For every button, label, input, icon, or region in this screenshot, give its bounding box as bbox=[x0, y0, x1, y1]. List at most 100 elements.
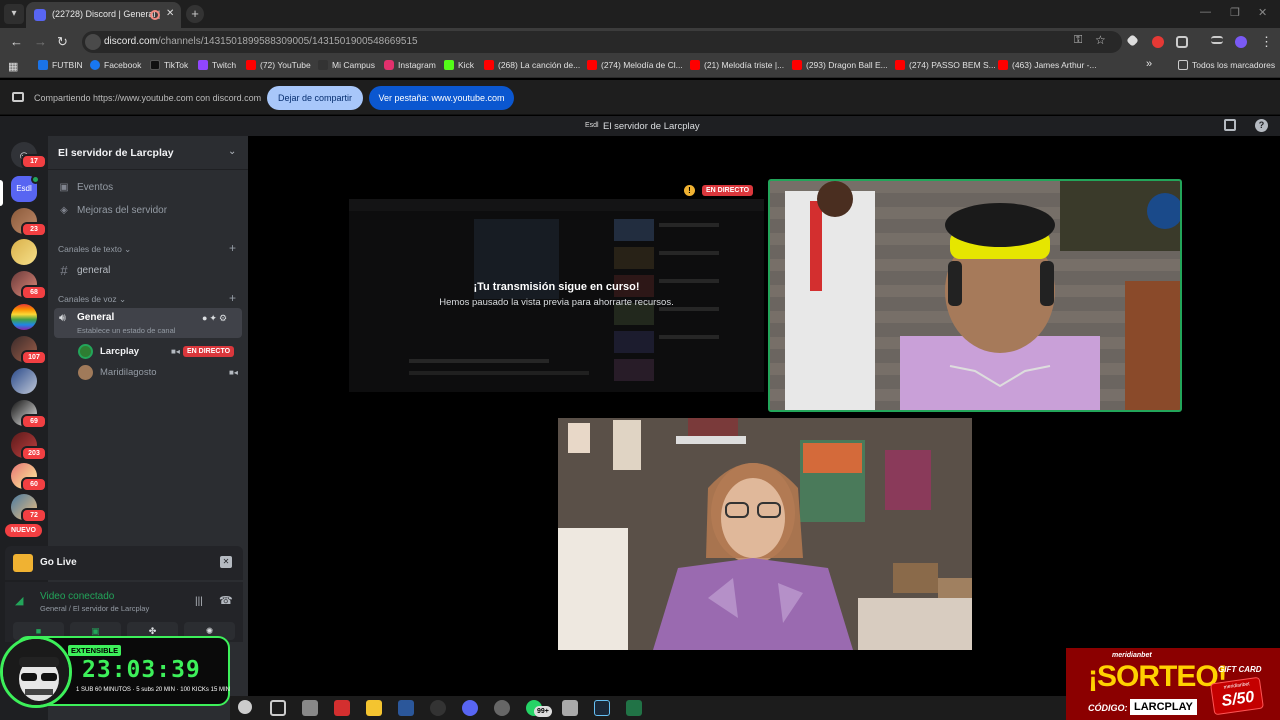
address-bar[interactable]: discord.com/channels/1431501899588309005… bbox=[82, 31, 1122, 53]
live-badge: EN DIRECTO bbox=[183, 346, 235, 357]
text-category[interactable]: Canales de texto ⌄ bbox=[58, 244, 131, 255]
task-view-icon[interactable] bbox=[270, 700, 286, 716]
browser-tab[interactable]: (22728) Discord | General | El servidor … bbox=[26, 2, 181, 28]
browser-menu-icon[interactable]: ⋮ bbox=[1260, 34, 1273, 50]
taskbar-app-icon[interactable] bbox=[302, 700, 318, 716]
bookmark-item[interactable]: FUTBIN bbox=[38, 60, 83, 70]
signal-icon[interactable]: ◢ bbox=[15, 594, 23, 607]
apps-grid-icon[interactable]: ▦ bbox=[8, 60, 18, 73]
server-icon[interactable] bbox=[11, 239, 37, 265]
extensions-puzzle-icon[interactable] bbox=[1176, 36, 1188, 48]
discord-favicon-icon bbox=[34, 9, 46, 21]
server-icon[interactable] bbox=[11, 368, 37, 394]
forward-icon[interactable]: → bbox=[34, 34, 47, 49]
stop-stream-icon[interactable]: ✕ bbox=[220, 556, 232, 568]
file-explorer-icon[interactable] bbox=[366, 700, 382, 716]
events-item[interactable]: ▣ Eventos bbox=[58, 182, 113, 193]
new-badge: NUEVO bbox=[5, 524, 42, 537]
taskbar-app-icon[interactable] bbox=[334, 700, 350, 716]
add-channel-icon[interactable]: + bbox=[229, 241, 236, 255]
server-boost-item[interactable]: ◈ Mejoras del servidor bbox=[58, 205, 167, 216]
bookmark-item[interactable]: Twitch bbox=[198, 60, 236, 70]
reload-icon[interactable]: ↻ bbox=[57, 34, 68, 50]
voice-location[interactable]: General / El servidor de Larcplay bbox=[40, 604, 149, 613]
server-header[interactable]: El servidor de Larcplay ⌄ bbox=[48, 136, 248, 170]
screen-share-tile[interactable] bbox=[349, 199, 764, 392]
tab-title: (22728) Discord | General | El servidor … bbox=[52, 9, 162, 19]
inbox-icon[interactable] bbox=[1224, 119, 1236, 131]
voice-channel-general[interactable]: 🔊︎ General Establece un estado de canal … bbox=[54, 308, 242, 338]
taskbar-app-icon[interactable] bbox=[430, 700, 446, 716]
maximize-icon[interactable]: ❐ bbox=[1230, 6, 1240, 19]
bookmark-item[interactable]: Instagram bbox=[384, 60, 436, 70]
unread-badge: 203 bbox=[21, 446, 47, 461]
camera-tile-maridilagosto[interactable] bbox=[558, 418, 972, 650]
new-tab-button[interactable]: + bbox=[186, 5, 204, 23]
ad-code-label: CÓDIGO: bbox=[1088, 703, 1128, 713]
webcam-feed-image bbox=[558, 418, 972, 650]
noise-suppression-icon[interactable]: ||| bbox=[195, 596, 203, 607]
youtube-icon bbox=[587, 60, 597, 70]
steam-icon[interactable] bbox=[594, 700, 610, 716]
minimize-icon[interactable]: — bbox=[1200, 6, 1211, 18]
bookmark-item[interactable]: (293) Dragon Ball E... bbox=[792, 60, 888, 70]
disconnect-icon[interactable]: ☎ bbox=[219, 594, 233, 607]
browser-toolbar: ← → ↻ discord.com/channels/1431501899588… bbox=[0, 28, 1280, 56]
streamer-avatar bbox=[0, 636, 72, 708]
profile-avatar[interactable] bbox=[1235, 36, 1247, 48]
windows-taskbar bbox=[230, 696, 1066, 720]
word-icon[interactable] bbox=[398, 700, 414, 716]
share-status-text: Compartiendo https://www.youtube.com con… bbox=[34, 93, 262, 103]
bookmark-item[interactable]: (463) James Arthur -... bbox=[998, 60, 1097, 70]
discord-icon[interactable] bbox=[462, 700, 478, 716]
bookmark-item[interactable]: (21) Melodía triste |... bbox=[690, 60, 784, 70]
all-bookmarks-folder[interactable]: Todos los marcadores bbox=[1178, 60, 1275, 70]
record-extension-icon[interactable] bbox=[1152, 36, 1164, 48]
voice-member[interactable]: Maridilagosto bbox=[78, 365, 157, 380]
camera-tile-larcplay[interactable] bbox=[768, 179, 1182, 412]
bookmark-item[interactable]: Mi Campus bbox=[318, 60, 375, 70]
excel-icon[interactable] bbox=[626, 700, 642, 716]
tab-close-icon[interactable]: ✕ bbox=[166, 8, 174, 19]
back-icon[interactable]: ← bbox=[10, 34, 23, 49]
site-info-icon[interactable] bbox=[85, 34, 101, 50]
bookmark-star-icon[interactable]: ☆ bbox=[1095, 33, 1106, 47]
bookmark-item[interactable]: (72) YouTube bbox=[246, 60, 311, 70]
bookmark-item[interactable]: Kick bbox=[444, 60, 474, 70]
twitch-icon bbox=[198, 60, 208, 70]
bookmark-item[interactable]: Facebook bbox=[90, 60, 141, 70]
instagram-icon bbox=[384, 60, 394, 70]
screen-share-infobar: Compartiendo https://www.youtube.com con… bbox=[0, 80, 1280, 115]
paused-title: ¡Tu transmisión sigue en curso! bbox=[473, 281, 640, 293]
window-close-icon[interactable]: ✕ bbox=[1258, 6, 1267, 19]
unread-badge: 23 bbox=[21, 222, 47, 237]
bookmark-item[interactable]: (274) PASSO BEM S... bbox=[895, 60, 996, 70]
add-channel-icon[interactable]: + bbox=[229, 291, 236, 305]
soundboard-icon: ✺ bbox=[205, 626, 214, 636]
live-dot bbox=[31, 175, 40, 184]
set-status-link[interactable]: Establece un estado de canal bbox=[77, 326, 175, 335]
taskbar-app-icon[interactable] bbox=[494, 700, 510, 716]
bookmark-item[interactable]: TikTok bbox=[150, 60, 188, 70]
unread-badge: 107 bbox=[21, 350, 47, 365]
voice-member[interactable]: Larcplay bbox=[78, 344, 139, 359]
channel-tools[interactable]: ●✦⚙ bbox=[202, 313, 229, 324]
channel-general[interactable]: # general bbox=[58, 263, 110, 278]
server-icon[interactable] bbox=[11, 304, 37, 330]
voice-category[interactable]: Canales de voz ⌄ bbox=[58, 294, 126, 305]
cortana-icon[interactable] bbox=[238, 700, 252, 714]
home-badge: 17 bbox=[21, 154, 47, 169]
media-controls-icon[interactable] bbox=[1211, 36, 1223, 44]
bookmark-item[interactable]: (274) Melodía de Cl... bbox=[587, 60, 683, 70]
password-key-icon[interactable]: ⚿ bbox=[1074, 34, 1082, 47]
tab-search-button[interactable]: ▾ bbox=[4, 4, 24, 24]
stop-sharing-button[interactable]: Dejar de compartir bbox=[267, 86, 363, 110]
view-tab-button[interactable]: Ver pestaña: www.youtube.com bbox=[369, 86, 514, 110]
youtube-icon bbox=[998, 60, 1008, 70]
bookmark-item[interactable]: (268) La canción de... bbox=[484, 60, 580, 70]
more-bookmarks-button[interactable]: » bbox=[1146, 58, 1152, 70]
extension-icon[interactable] bbox=[1126, 34, 1139, 47]
hashtag-icon: # bbox=[60, 263, 68, 278]
help-icon[interactable]: ? bbox=[1255, 119, 1268, 132]
calculator-icon[interactable] bbox=[562, 700, 578, 716]
